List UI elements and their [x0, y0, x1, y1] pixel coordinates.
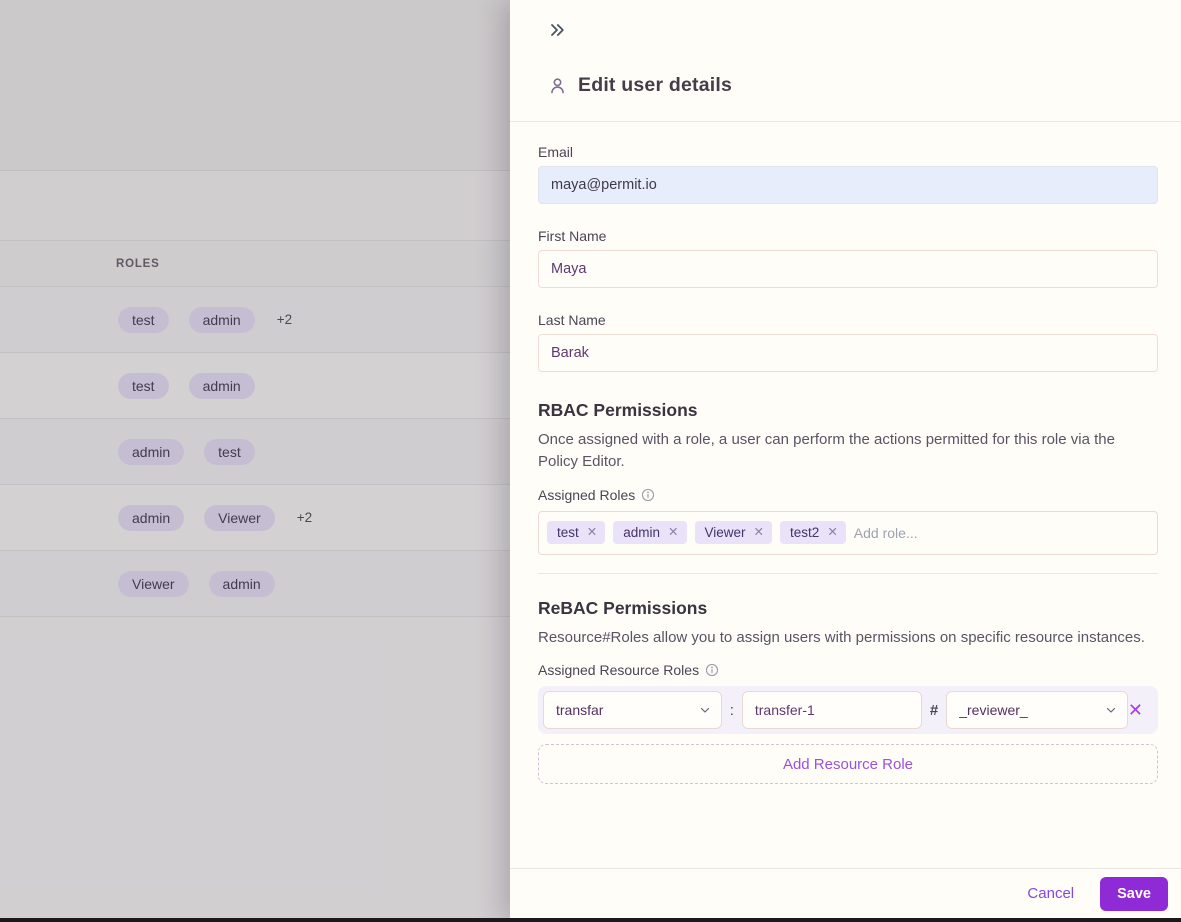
first-name-label: First Name: [538, 228, 1158, 244]
email-label: Email: [538, 144, 1158, 160]
email-input[interactable]: [538, 166, 1158, 204]
info-icon: [705, 663, 719, 677]
remove-role-icon[interactable]: ✕: [827, 526, 837, 539]
role-chip-label: Viewer: [705, 525, 746, 540]
resource-role-select[interactable]: _reviewer_: [946, 691, 1128, 729]
resource-type-value: transfar: [556, 702, 603, 718]
assigned-resource-roles-label-row: Assigned Resource Roles: [538, 662, 1158, 678]
rebac-heading: ReBAC Permissions: [538, 598, 1158, 619]
role-chip-label: admin: [623, 525, 660, 540]
resource-instance-input[interactable]: [742, 691, 922, 729]
info-icon: [641, 488, 655, 502]
rebac-description: Resource#Roles allow you to assign users…: [538, 627, 1158, 649]
remove-resource-role-button[interactable]: ✕: [1128, 701, 1143, 719]
role-chip-label: test: [557, 525, 579, 540]
role-chip-label: test2: [790, 525, 819, 540]
rbac-description: Once assigned with a role, a user can pe…: [538, 429, 1158, 473]
bottom-edge-strip: [0, 918, 1181, 922]
drawer-title: Edit user details: [578, 74, 732, 97]
user-icon: [548, 76, 567, 95]
resource-role-value: _reviewer_: [959, 702, 1027, 718]
rbac-heading: RBAC Permissions: [538, 400, 1158, 421]
resource-role-row: transfar : # _reviewer_: [538, 686, 1158, 734]
colon-separator: :: [730, 702, 734, 719]
assigned-resource-roles-label: Assigned Resource Roles: [538, 662, 699, 678]
add-resource-role-button[interactable]: Add Resource Role: [538, 744, 1158, 784]
remove-role-icon[interactable]: ✕: [587, 526, 597, 539]
resource-type-select[interactable]: transfar: [543, 691, 722, 729]
assigned-roles-multiselect[interactable]: test ✕ admin ✕ Viewer ✕ test2 ✕: [538, 511, 1158, 555]
remove-role-icon[interactable]: ✕: [754, 526, 764, 539]
drawer-footer: Cancel Save: [510, 868, 1181, 918]
add-role-input[interactable]: [854, 525, 1149, 541]
role-chip-admin: admin ✕: [613, 521, 686, 544]
edit-user-drawer: Edit user details Email First Name Last …: [510, 0, 1181, 922]
cancel-button[interactable]: Cancel: [1027, 885, 1074, 902]
drawer-content: Email First Name Last Name RBAC Permissi…: [510, 144, 1181, 784]
first-name-input[interactable]: [538, 250, 1158, 288]
role-chip-test2: test2 ✕: [780, 521, 846, 544]
title-divider: [510, 121, 1181, 122]
last-name-label: Last Name: [538, 312, 1158, 328]
screen: ROLES test admin +2 test admin admin tes…: [0, 0, 1181, 922]
role-chip-viewer: Viewer ✕: [695, 521, 773, 544]
last-name-input[interactable]: [538, 334, 1158, 372]
remove-role-icon[interactable]: ✕: [668, 526, 678, 539]
chevron-down-icon: [699, 704, 711, 716]
role-chip-test: test ✕: [547, 521, 605, 544]
hash-separator: #: [930, 702, 938, 719]
assigned-roles-label: Assigned Roles: [538, 487, 635, 503]
assigned-roles-label-row: Assigned Roles: [538, 487, 1158, 503]
chevron-down-icon: [1105, 704, 1117, 716]
drawer-title-row: Edit user details: [510, 74, 1181, 97]
save-button[interactable]: Save: [1100, 877, 1168, 911]
section-divider: [538, 573, 1158, 574]
collapse-drawer-button[interactable]: [543, 16, 571, 44]
chevron-double-right-icon: [547, 20, 567, 40]
